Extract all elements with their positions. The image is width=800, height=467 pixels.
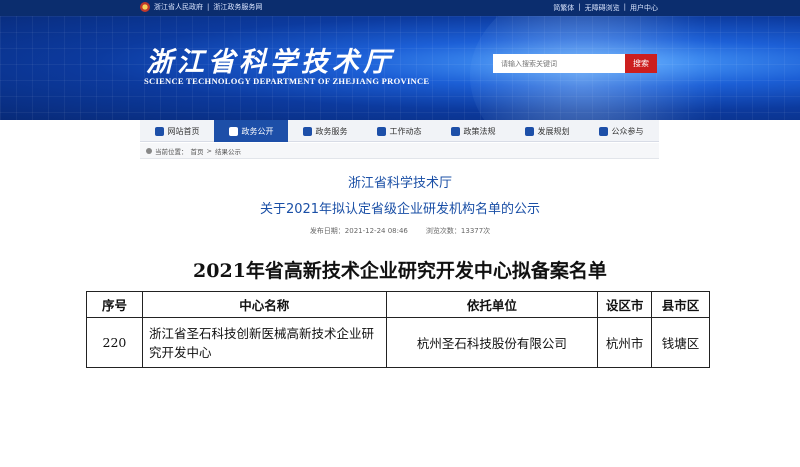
people-icon	[598, 126, 608, 136]
site-title-english: SCIENCE TECHNOLOGY DEPARTMENT OF ZHEJIAN…	[144, 76, 430, 86]
cell-center-name: 浙江省圣石科技创新医械高新技术企业研究开发中心	[141, 317, 387, 368]
heart-icon	[376, 126, 386, 136]
cell-host-unit: 杭州圣石科技股份有限公司	[385, 317, 599, 368]
link-traditional-chinese[interactable]: 简繁体	[553, 3, 574, 13]
link-user-center[interactable]: 用户中心	[630, 3, 658, 13]
result-table: 序号 中心名称 依托单位 设区市 县市区 220 浙江省圣石科技创新医械高新技术…	[86, 291, 710, 368]
article-meta: 发布日期：2021-12-24 08:46 浏览次数：13377次	[0, 226, 800, 236]
col-header-center-name: 中心名称	[141, 291, 387, 318]
search-box: 搜索	[493, 54, 657, 73]
table-header-row: 序号 中心名称 依托单位 设区市 县市区	[86, 291, 710, 318]
document-icon	[450, 126, 460, 136]
search-button[interactable]: 搜索	[625, 54, 657, 73]
top-bar-right: 简繁体 | 无障碍浏览 | 用户中心	[553, 3, 658, 13]
list-title: 2021年省高新技术企业研究开发中心拟备案名单	[193, 260, 607, 282]
top-bar: 浙江省人民政府 | 浙江政务服务网 简繁体 | 无障碍浏览 | 用户中心	[0, 0, 800, 16]
national-emblem-icon	[140, 2, 150, 12]
cell-district: 钱塘区	[651, 317, 710, 368]
cell-index: 220	[86, 317, 143, 368]
nav-item-services[interactable]: 政务服务	[288, 120, 362, 142]
top-bar-left: 浙江省人民政府 | 浙江政务服务网	[140, 2, 262, 12]
link-zhejiang-service[interactable]: 浙江政务服务网	[213, 2, 262, 12]
nav-item-policies[interactable]: 政策法规	[436, 120, 510, 142]
nav-item-news[interactable]: 工作动态	[362, 120, 436, 142]
folder-icon	[228, 126, 238, 136]
nav-item-government-affairs[interactable]: 政务公开	[214, 120, 288, 142]
article-org: 浙江省科学技术厅	[347, 176, 452, 191]
location-icon	[146, 147, 152, 154]
cell-city: 杭州市	[597, 317, 653, 368]
handshake-icon	[524, 126, 534, 136]
breadcrumb-home[interactable]: 首页	[191, 146, 204, 156]
col-header-index: 序号	[86, 291, 143, 318]
col-header-district: 县市区	[651, 291, 710, 318]
view-count: 浏览次数：13377次	[425, 227, 491, 235]
breadcrumb: 当前位置： 首页 > 结果公示	[140, 143, 659, 159]
link-accessibility[interactable]: 无障碍浏览	[585, 3, 620, 13]
nav-item-planning[interactable]: 发展规划	[510, 120, 584, 142]
nav-item-participation[interactable]: 公众参与	[584, 120, 658, 142]
publish-date: 发布日期：2021-12-24 08:46	[309, 227, 408, 235]
table-row: 220 浙江省圣石科技创新医械高新技术企业研究开发中心 杭州圣石科技股份有限公司…	[86, 317, 710, 368]
article-title: 关于2021年拟认定省级企业研发机构名单的公示	[259, 202, 541, 217]
col-header-host-unit: 依托单位	[385, 291, 599, 318]
nav-item-home[interactable]: 网站首页	[140, 120, 214, 142]
header-banner: 浙江省科学技术厅 SCIENCE TECHNOLOGY DEPARTMENT O…	[0, 16, 800, 120]
site-title[interactable]: 浙江省科学技术厅	[146, 40, 394, 79]
service-icon	[302, 126, 312, 136]
search-input[interactable]	[493, 54, 625, 73]
link-zhejiang-government[interactable]: 浙江省人民政府	[154, 2, 203, 12]
breadcrumb-results[interactable]: 结果公示	[215, 146, 241, 156]
col-header-city: 设区市	[597, 291, 653, 318]
main-nav: 网站首页 政务公开 政务服务 工作动态 政策法规 发展规划 公众参与	[140, 120, 659, 142]
home-icon	[154, 126, 164, 136]
